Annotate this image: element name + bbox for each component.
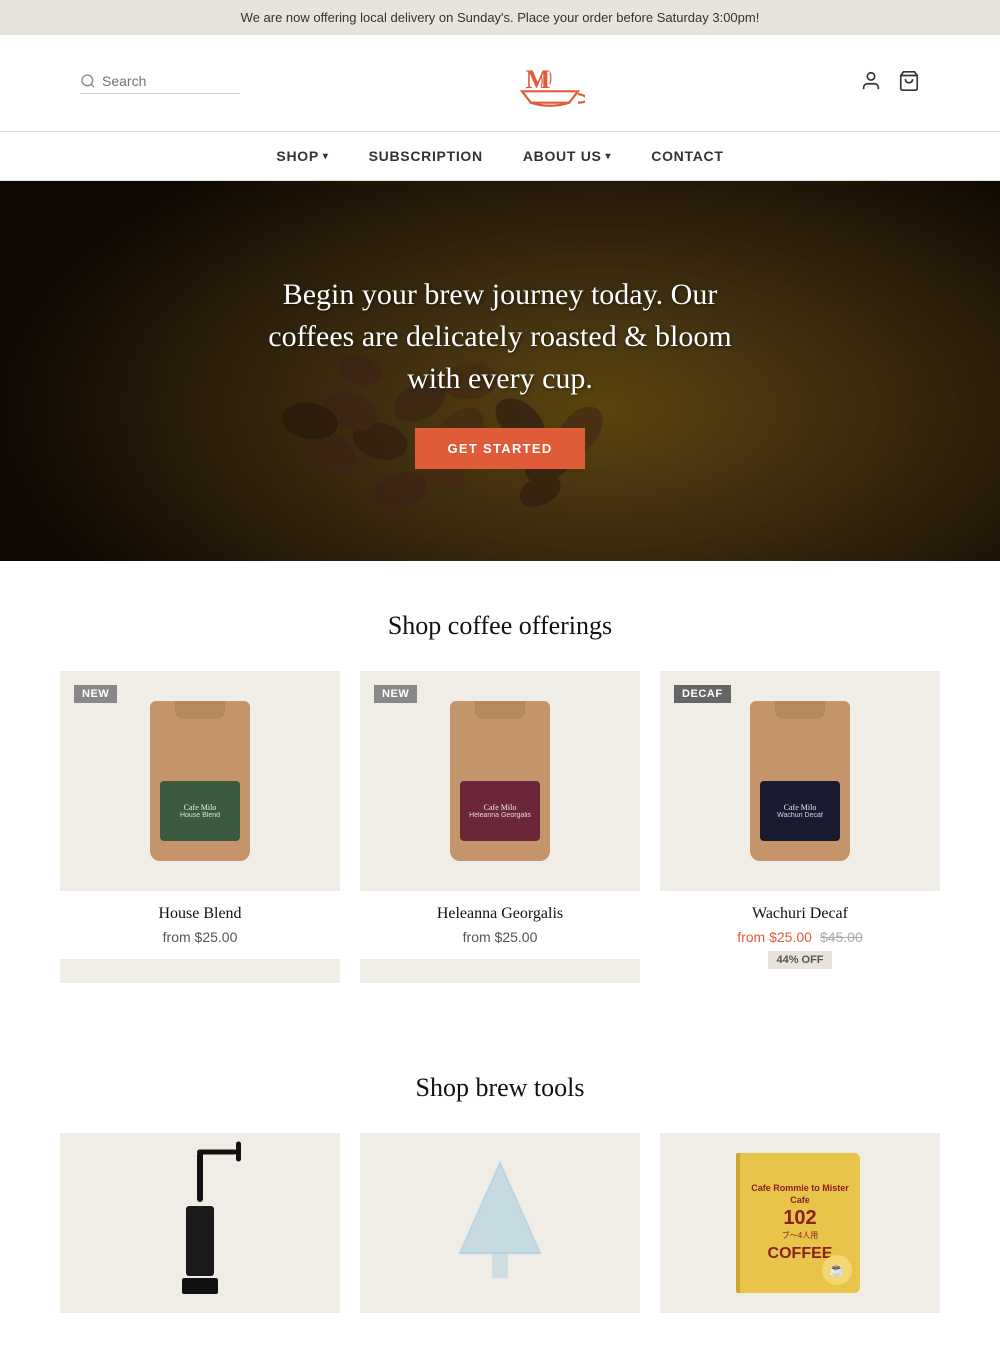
logo[interactable]: M	[515, 53, 585, 113]
main-nav: SHOP ▾ SUBSCRIPTION ABOUT US ▾ CONTACT	[0, 131, 1000, 181]
product-grid: NEW Cafe Milo House Blend House Blend fr…	[0, 671, 1000, 1023]
product-name: Wachuri Decaf	[674, 905, 926, 923]
chevron-down-icon: ▾	[323, 151, 329, 162]
product-price: from $25.00	[74, 929, 326, 945]
nav-contact[interactable]: CONTACT	[651, 148, 723, 164]
bag-product-name: Wachuri Decaf	[777, 812, 823, 819]
brew-tool-book[interactable]: Cafe Rommie to Mister Cafe 102 ブ～4人用 COF…	[660, 1133, 940, 1313]
product-info: House Blend from $25.00	[60, 891, 340, 959]
original-price: $45.00	[820, 929, 863, 945]
product-price: from $25.00	[374, 929, 626, 945]
bag-product-name: House Blend	[180, 812, 220, 819]
bag-label: Cafe Milo House Blend	[160, 781, 240, 841]
hero-cta-button[interactable]: GET STARTED	[415, 428, 584, 469]
hero-content: Begin your brew journey today. Our coffe…	[220, 274, 780, 469]
nav-shop[interactable]: SHOP ▾	[276, 148, 328, 164]
product-name: Heleanna Georgalis	[374, 905, 626, 923]
coffee-bag-visual: Cafe Milo Wachuri Decaf	[750, 701, 850, 861]
product-price-sale: from $25.00 $45.00	[674, 929, 926, 945]
coffee-bag-visual: Cafe Milo Heleanna Georgalis	[450, 701, 550, 861]
brew-section-title: Shop brew tools	[0, 1073, 1000, 1103]
brew-tool-pourover[interactable]	[360, 1133, 640, 1313]
hero-title: Begin your brew journey today. Our coffe…	[240, 274, 760, 400]
product-image-area: Cafe Milo House Blend	[60, 671, 340, 891]
product-info: Heleanna Georgalis from $25.00	[360, 891, 640, 959]
bag-product-name: Heleanna Georgalis	[469, 812, 531, 819]
sale-price: from $25.00	[737, 929, 812, 945]
chevron-down-icon: ▾	[606, 151, 612, 162]
product-info: Wachuri Decaf from $25.00 $45.00 44% OFF	[660, 891, 940, 983]
product-image-area: Cafe Milo Wachuri Decaf	[660, 671, 940, 891]
bag-brand: Cafe Milo	[784, 803, 817, 812]
product-card-heleanna[interactable]: NEW Cafe Milo Heleanna Georgalis Heleann…	[360, 671, 640, 983]
announcement-text: We are now offering local delivery on Su…	[241, 10, 760, 25]
hero-section: Begin your brew journey today. Our coffe…	[0, 181, 1000, 561]
bag-brand: Cafe Milo	[184, 803, 217, 812]
book-image: Cafe Rommie to Mister Cafe 102 ブ～4人用 COF…	[740, 1153, 860, 1293]
product-card-decaf[interactable]: DECAF Cafe Milo Wachuri Decaf Wachuri De…	[660, 671, 940, 983]
search-input[interactable]	[102, 73, 232, 89]
product-badge-new: NEW	[74, 685, 117, 703]
search-container	[80, 73, 240, 94]
product-badge-new: NEW	[374, 685, 417, 703]
cart-icon[interactable]	[898, 70, 920, 97]
nav-about[interactable]: ABOUT US ▾	[523, 148, 611, 164]
brew-tool-grinder[interactable]	[60, 1133, 340, 1313]
announcement-bar: We are now offering local delivery on Su…	[0, 0, 1000, 35]
product-card-house-blend[interactable]: NEW Cafe Milo House Blend House Blend fr…	[60, 671, 340, 983]
account-icon[interactable]	[860, 70, 882, 97]
bag-label: Cafe Milo Wachuri Decaf	[760, 781, 840, 841]
discount-badge: 44% OFF	[768, 951, 831, 969]
header-icons	[860, 70, 920, 97]
grinder-image	[182, 1152, 218, 1294]
search-icon	[80, 73, 96, 89]
pourover-image	[450, 1153, 550, 1293]
coffee-section-title: Shop coffee offerings	[0, 611, 1000, 641]
brew-tools-grid: Cafe Rommie to Mister Cafe 102 ブ～4人用 COF…	[0, 1133, 1000, 1353]
header: M	[0, 35, 1000, 131]
svg-text:M: M	[526, 65, 551, 94]
bag-brand: Cafe Milo	[484, 803, 517, 812]
product-badge-decaf: DECAF	[674, 685, 731, 703]
product-image-area: Cafe Milo Heleanna Georgalis	[360, 671, 640, 891]
bag-label: Cafe Milo Heleanna Georgalis	[460, 781, 540, 841]
coffee-bag-visual: Cafe Milo House Blend	[150, 701, 250, 861]
nav-subscription[interactable]: SUBSCRIPTION	[369, 148, 483, 164]
product-name: House Blend	[74, 905, 326, 923]
